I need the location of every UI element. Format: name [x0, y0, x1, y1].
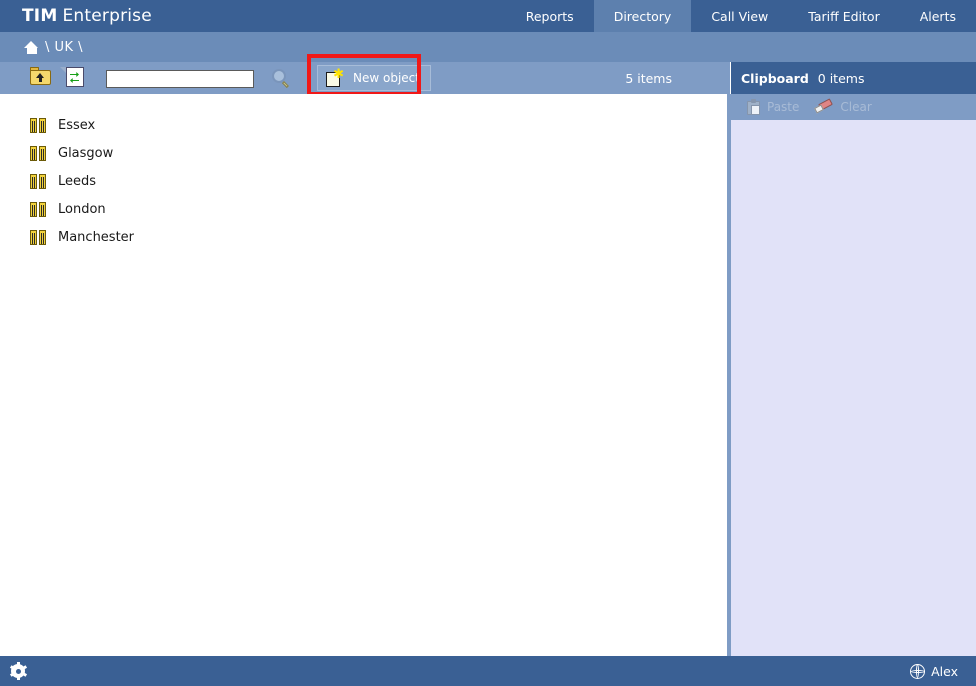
- list-item[interactable]: Leeds: [0, 167, 727, 195]
- tab-reports-label: Reports: [525, 8, 574, 24]
- breadcrumb-path[interactable]: \ UK \: [45, 40, 83, 55]
- list-item[interactable]: Glasgow: [0, 139, 727, 167]
- search-icon[interactable]: [272, 68, 291, 88]
- new-object-label: New object: [353, 71, 420, 85]
- new-object-icon: ✱: [326, 68, 344, 87]
- navigate-up-button[interactable]: [30, 67, 52, 89]
- site-icon: [30, 201, 47, 217]
- site-icon: [30, 173, 47, 189]
- list-item-label: Manchester: [58, 229, 135, 245]
- site-icon: [30, 117, 47, 133]
- gear-icon[interactable]: [9, 662, 27, 680]
- tab-directory[interactable]: Directory: [593, 0, 692, 32]
- tab-alerts[interactable]: Alerts: [900, 0, 976, 32]
- app-footer: Alex: [0, 656, 976, 686]
- search-field-wrapper: [106, 68, 254, 88]
- tab-directory-label: Directory: [613, 8, 672, 24]
- list-item[interactable]: Essex: [0, 111, 727, 139]
- directory-list: Essex Glasgow Leeds London Manchester: [0, 94, 727, 251]
- item-count-label: 5 items: [625, 70, 672, 86]
- list-item-label: London: [58, 201, 106, 217]
- clipboard-count: 0 items: [817, 70, 865, 86]
- globe-icon: [910, 663, 926, 679]
- tab-reports[interactable]: Reports: [506, 0, 594, 32]
- clipboard-toolbar: Paste Clear: [731, 94, 976, 120]
- list-item-label: Glasgow: [58, 145, 114, 161]
- brand-name-primary: TIM: [22, 6, 58, 26]
- paste-icon: [747, 99, 760, 115]
- list-item-label: Essex: [58, 117, 96, 133]
- clipboard-content-area: [731, 120, 976, 656]
- list-item[interactable]: Manchester: [0, 223, 727, 251]
- site-icon: [30, 145, 47, 161]
- clear-button[interactable]: Clear: [814, 97, 872, 115]
- brand-name-secondary: Enterprise: [62, 6, 152, 26]
- application-window: TIM Enterprise Reports Directory Call Vi…: [0, 0, 976, 686]
- tab-call-view-label: Call View: [711, 8, 769, 24]
- paste-label: Paste: [767, 100, 800, 114]
- refresh-button[interactable]: [60, 67, 88, 89]
- main-navigation: Reports Directory Call View Tariff Edito…: [506, 0, 976, 32]
- directory-content-area: Essex Glasgow Leeds London Manchester: [0, 94, 727, 656]
- user-menu[interactable]: Alex: [910, 663, 958, 679]
- app-header: TIM Enterprise Reports Directory Call Vi…: [0, 0, 976, 32]
- list-item-label: Leeds: [58, 173, 97, 189]
- tab-tariff-editor[interactable]: Tariff Editor: [788, 0, 899, 32]
- list-item[interactable]: London: [0, 195, 727, 223]
- paste-button[interactable]: Paste: [747, 99, 799, 115]
- clear-label: Clear: [840, 100, 872, 114]
- app-logo: TIM Enterprise: [0, 0, 152, 32]
- search-input[interactable]: [106, 70, 254, 88]
- user-name-label: Alex: [931, 663, 958, 679]
- new-object-container: ✱ New object: [307, 54, 431, 96]
- eraser-icon: [814, 97, 834, 115]
- new-object-button[interactable]: ✱ New object: [317, 65, 431, 91]
- tab-call-view[interactable]: Call View: [691, 0, 788, 32]
- clipboard-header: Clipboard 0 items: [731, 62, 976, 94]
- tab-alerts-label: Alerts: [919, 8, 956, 24]
- tab-tariff-editor-label: Tariff Editor: [808, 8, 880, 24]
- clipboard-title: Clipboard: [741, 70, 809, 86]
- breadcrumb: \ UK \: [0, 32, 976, 62]
- home-icon[interactable]: [24, 40, 39, 54]
- directory-toolbar: ✱ New object 5 items: [0, 54, 730, 96]
- site-icon: [30, 229, 47, 245]
